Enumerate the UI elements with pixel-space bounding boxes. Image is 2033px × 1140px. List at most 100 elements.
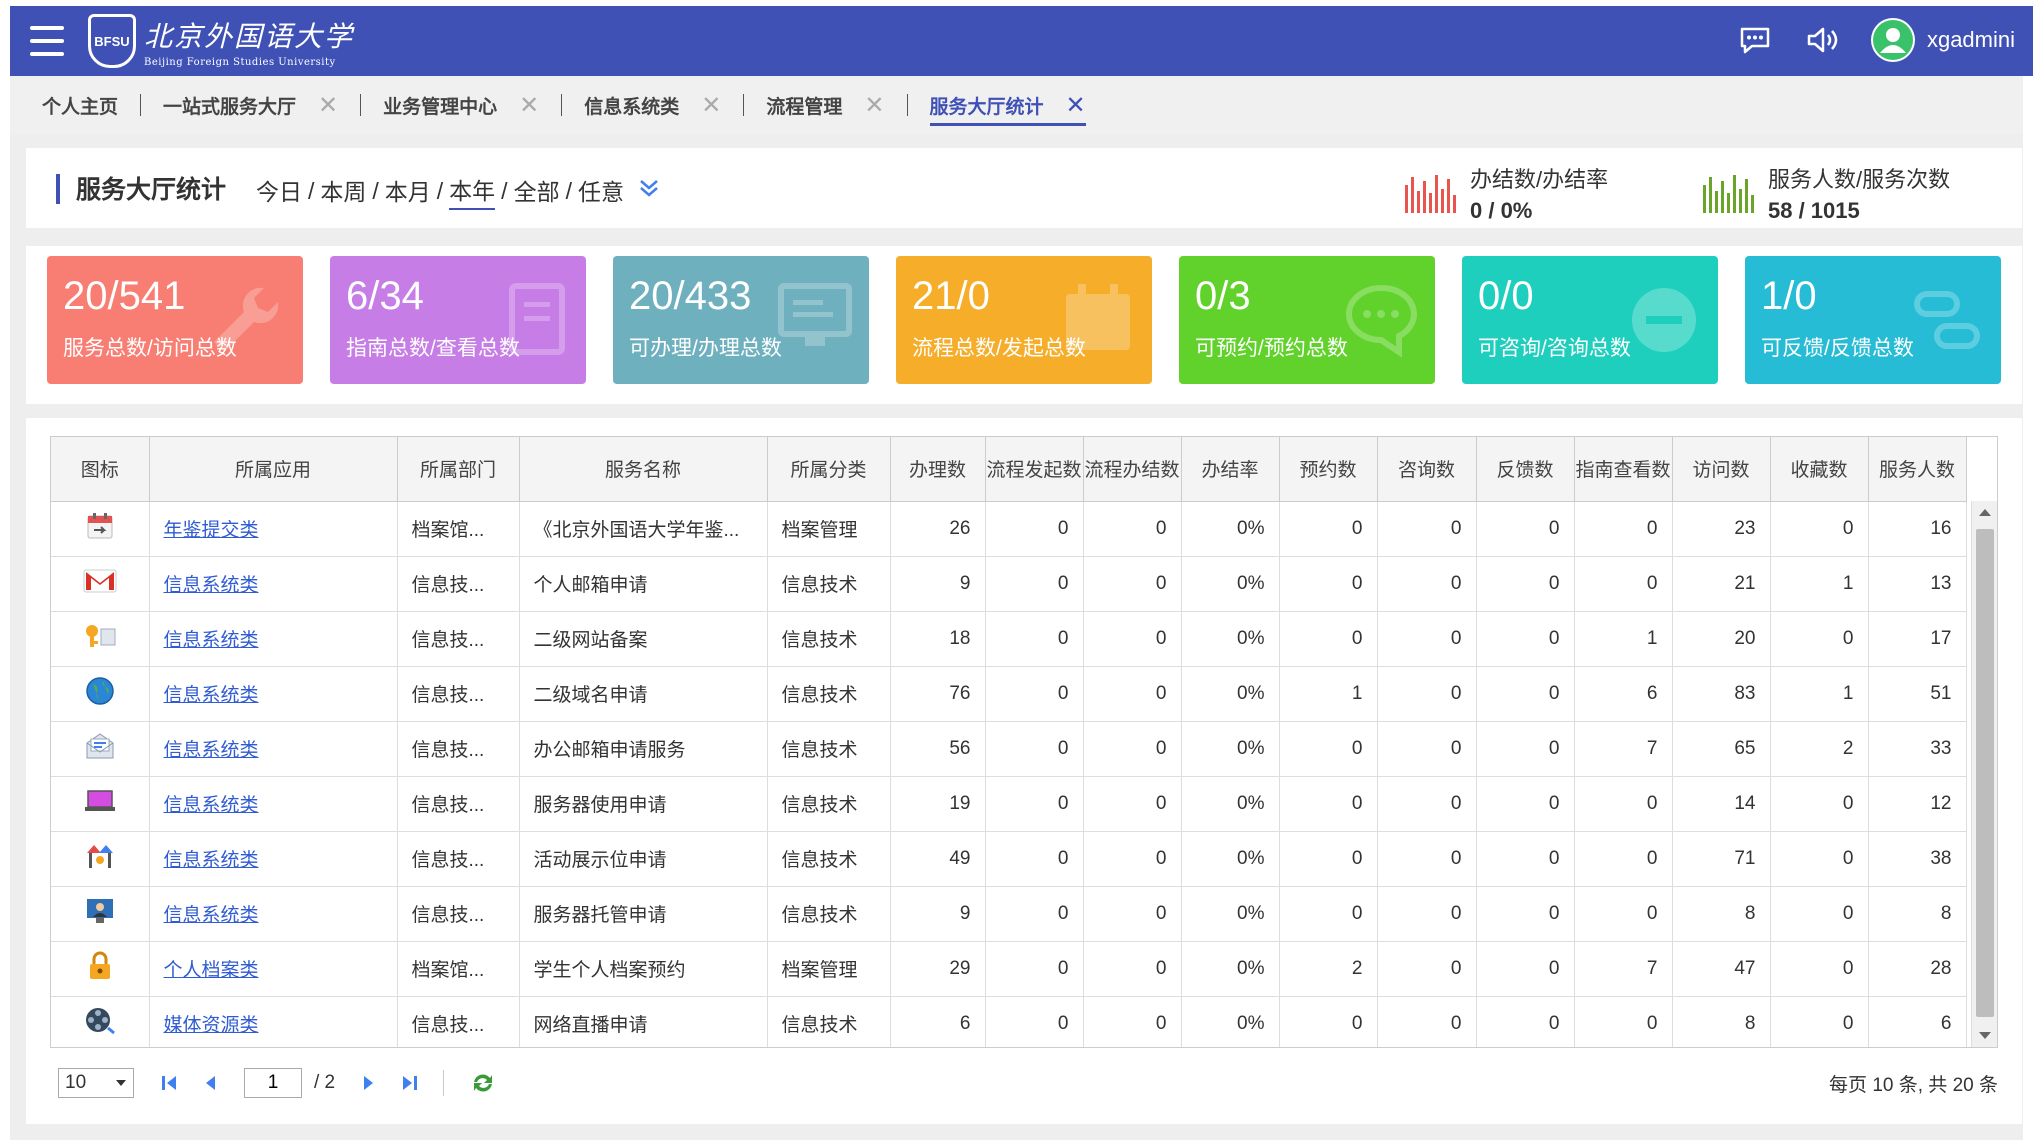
- app-link[interactable]: 信息系统类: [164, 740, 259, 761]
- app-link[interactable]: 信息系统类: [164, 575, 259, 596]
- column-header[interactable]: 指南查看数: [1574, 437, 1673, 502]
- period-month[interactable]: 本月: [385, 173, 431, 209]
- tab-process-management[interactable]: 流程管理 ✕: [766, 76, 884, 134]
- first-page-icon[interactable]: [160, 1074, 178, 1092]
- table-row[interactable]: 信息系统类 信息技... 活动展示位申请 信息技术 49 0 0 0% 0 0 0 0 71 0 38: [51, 831, 1967, 887]
- close-icon[interactable]: ✕: [701, 91, 721, 120]
- column-header[interactable]: 流程发起数: [985, 437, 1084, 502]
- prev-page-icon[interactable]: [204, 1074, 218, 1092]
- app-link[interactable]: 信息系统类: [164, 630, 259, 651]
- column-header[interactable]: 咨询数: [1377, 437, 1477, 502]
- calendar-icon: [85, 512, 115, 546]
- guide-cell: 0: [1574, 556, 1673, 612]
- table-row[interactable]: 信息系统类 信息技... 个人邮箱申请 信息技术 9 0 0 0% 0 0 0 0 21 1 13: [51, 556, 1967, 612]
- double-chevron-down-icon[interactable]: [638, 177, 660, 205]
- close-icon[interactable]: ✕: [1066, 91, 1086, 120]
- dept-cell: 信息技...: [397, 721, 520, 777]
- app-link[interactable]: 信息系统类: [164, 795, 259, 816]
- column-header[interactable]: 办结率: [1181, 437, 1280, 502]
- table-row[interactable]: 媒体资源类 信息技... 网络直播申请 信息技术 6 0 0 0% 0 0 0 0 8 0 6: [51, 996, 1967, 1047]
- period-today[interactable]: 今日: [256, 173, 302, 209]
- column-header[interactable]: 办理数: [890, 437, 986, 502]
- card-processes-started[interactable]: 21/0 流程总数/发起总数: [896, 256, 1152, 384]
- refresh-icon[interactable]: [470, 1071, 496, 1095]
- tab-divider: [743, 94, 745, 116]
- column-header[interactable]: 服务人数: [1868, 437, 1967, 502]
- tab-business-center[interactable]: 业务管理中心 ✕: [383, 76, 539, 134]
- app-link[interactable]: 信息系统类: [164, 905, 259, 926]
- app-link[interactable]: 信息系统类: [164, 685, 259, 706]
- table-row[interactable]: 信息系统类 信息技... 服务器托管申请 信息技术 9 0 0 0% 0 0 0 0 8 0 8: [51, 886, 1967, 942]
- period-all[interactable]: 全部: [514, 173, 560, 209]
- column-header[interactable]: 服务名称: [519, 437, 768, 502]
- tab-service-hall-statistics[interactable]: 服务大厅统计 ✕: [929, 76, 1086, 134]
- service-name-cell: 二级域名申请: [519, 666, 768, 722]
- column-header[interactable]: 流程办结数: [1083, 437, 1182, 502]
- table-row[interactable]: 信息系统类 信息技... 二级网站备案 信息技术 18 0 0 0% 0 0 0 1 20 0 17: [51, 611, 1967, 667]
- current-page-input[interactable]: [244, 1068, 302, 1098]
- column-header[interactable]: 所属部门: [397, 437, 520, 502]
- table-row[interactable]: 年鉴提交类 档案馆... 《北京外国语大学年鉴... 档案管理 26 0 0 0% 0 0 0 0 23…: [51, 501, 1967, 557]
- table-row[interactable]: 信息系统类 信息技... 办公邮箱申请服务 信息技术 56 0 0 0% 0 0 0 7 65 2 33: [51, 721, 1967, 777]
- column-header[interactable]: 图标: [51, 437, 150, 502]
- scrollbar-thumb[interactable]: [1976, 529, 1994, 1017]
- guide-cell: 0: [1574, 886, 1673, 942]
- started-cell: 0: [985, 611, 1084, 667]
- next-page-icon[interactable]: [361, 1074, 375, 1092]
- fav-cell: 0: [1770, 611, 1869, 667]
- app-link[interactable]: 个人档案类: [164, 960, 259, 981]
- card-feedback[interactable]: 1/0 可反馈/反馈总数: [1745, 256, 2001, 384]
- user-menu[interactable]: xgadmini: [1870, 18, 2015, 62]
- table-row[interactable]: 个人档案类 档案馆... 学生个人档案预约 档案管理 29 0 0 0% 2 0 0 7 47 0 28: [51, 941, 1967, 997]
- close-icon[interactable]: ✕: [519, 91, 539, 120]
- card-consultations[interactable]: 0/0 可咨询/咨询总数: [1462, 256, 1718, 384]
- column-header[interactable]: 预约数: [1279, 437, 1378, 502]
- column-header[interactable]: 所属应用: [149, 437, 398, 502]
- app-link[interactable]: 信息系统类: [164, 850, 259, 871]
- consult-cell: 0: [1377, 776, 1477, 832]
- rate-cell: 0%: [1181, 941, 1280, 997]
- close-icon[interactable]: ✕: [864, 91, 884, 120]
- fav-cell: 0: [1770, 886, 1869, 942]
- chat-icon[interactable]: [1735, 20, 1775, 60]
- close-icon[interactable]: ✕: [318, 91, 338, 120]
- column-header[interactable]: 收藏数: [1770, 437, 1869, 502]
- people-cell: 12: [1868, 776, 1967, 832]
- app-link[interactable]: 年鉴提交类: [164, 520, 259, 541]
- monitor-icon: [778, 283, 852, 346]
- pagination: 10 / 2 每页 10 条, 共 20 条: [50, 1058, 1998, 1108]
- card-appointments[interactable]: 0/3 可预约/预约总数: [1179, 256, 1435, 384]
- app-link[interactable]: 媒体资源类: [164, 1015, 259, 1036]
- card-handleable-handled[interactable]: 20/433 可办理/办理总数: [613, 256, 869, 384]
- scroll-down-icon[interactable]: [1979, 1032, 1991, 1039]
- stats-header: 服务大厅统计 今日 / 本周 / 本月 / 本年 / 全部 / 任意 办结数/办结率 0 …: [26, 148, 2022, 228]
- speaker-icon[interactable]: [1803, 20, 1843, 60]
- service-name-cell: 活动展示位申请: [519, 831, 768, 887]
- card-guides-views[interactable]: 6/34 指南总数/查看总数: [330, 256, 586, 384]
- scroll-up-icon[interactable]: [1979, 509, 1991, 516]
- table-row[interactable]: 信息系统类 信息技... 二级域名申请 信息技术 76 0 0 0% 1 0 0 6 83 1 51: [51, 666, 1967, 722]
- category-cell: 信息技术: [767, 666, 891, 722]
- tab-label: 流程管理: [766, 96, 843, 118]
- column-header[interactable]: 反馈数: [1476, 437, 1575, 502]
- booth-icon: [84, 844, 116, 876]
- table-row[interactable]: 信息系统类 信息技... 服务器使用申请 信息技术 19 0 0 0% 0 0 0 0 14 0 12: [51, 776, 1967, 832]
- column-header[interactable]: 所属分类: [767, 437, 891, 502]
- period-custom[interactable]: 任意: [578, 173, 624, 209]
- period-year[interactable]: 本年: [449, 172, 496, 210]
- tab-home[interactable]: 个人主页: [42, 76, 118, 134]
- period-week[interactable]: 本周: [320, 173, 366, 209]
- vertical-scrollbar[interactable]: [1971, 501, 1997, 1047]
- menu-toggle-icon[interactable]: [30, 26, 64, 56]
- page-size-select[interactable]: 10: [58, 1068, 134, 1098]
- card-label: 服务总数/访问总数: [63, 337, 237, 360]
- tab-info-systems[interactable]: 信息系统类 ✕: [584, 76, 721, 134]
- guide-cell: 0: [1574, 996, 1673, 1047]
- card-services-visits[interactable]: 20/541 服务总数/访问总数: [47, 256, 303, 384]
- column-header[interactable]: 访问数: [1672, 437, 1771, 502]
- last-page-icon[interactable]: [401, 1074, 419, 1092]
- tab-divider: [561, 94, 563, 116]
- fav-cell: 2: [1770, 721, 1869, 777]
- feedback-cell: 0: [1476, 941, 1575, 997]
- tab-service-hall[interactable]: 一站式服务大厅 ✕: [163, 76, 338, 134]
